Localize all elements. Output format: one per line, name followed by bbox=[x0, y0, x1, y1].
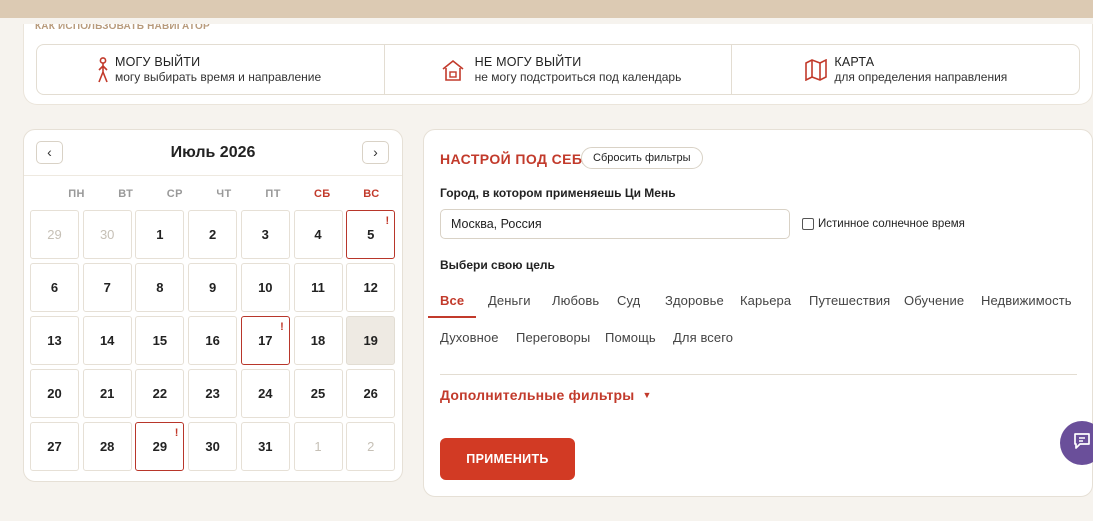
filter-card: НАСТРОЙ ПОД СЕБЯ Сбросить фильтры Город,… bbox=[423, 129, 1093, 497]
nav-option-cannot-go[interactable]: НЕ МОГУ ВЫЙТИ не могу подстроиться под к… bbox=[385, 45, 733, 94]
calendar-day[interactable]: 25 bbox=[293, 369, 343, 418]
weekday-row: ПН ВТ СР ЧТ ПТ СБ ВС bbox=[52, 188, 396, 200]
calendar-day[interactable]: 4 bbox=[293, 210, 343, 259]
calendar-day[interactable]: 9 bbox=[188, 263, 238, 312]
calendar-day[interactable]: 8 bbox=[135, 263, 185, 312]
top-bar bbox=[0, 0, 1093, 18]
calendar-day[interactable]: 28 bbox=[82, 422, 132, 471]
solar-time-checkbox[interactable]: Истинное солнечное время bbox=[802, 218, 965, 230]
nav-option-title: НЕ МОГУ ВЫЙТИ bbox=[474, 54, 582, 69]
weekday-label: СБ bbox=[313, 188, 331, 200]
goal-tab[interactable]: Суд bbox=[617, 293, 640, 308]
calendar-day[interactable]: 3 bbox=[240, 210, 290, 259]
calendar-day[interactable]: 24 bbox=[240, 369, 290, 418]
navigator-options: МОГУ ВЫЙТИ могу выбирать время и направл… bbox=[36, 44, 1080, 95]
calendar-day: 30 bbox=[82, 210, 132, 259]
calendar-day[interactable]: 13 bbox=[30, 316, 79, 365]
calendar-day[interactable]: 26 bbox=[346, 369, 396, 418]
filter-title: НАСТРОЙ ПОД СЕБЯ bbox=[440, 151, 593, 167]
weekday-label: СР bbox=[166, 188, 183, 200]
extra-filters-label: Дополнительные фильтры bbox=[440, 387, 635, 403]
calendar-day[interactable]: 14 bbox=[82, 316, 132, 365]
calendar-day[interactable]: 1 bbox=[135, 210, 185, 259]
calendar-day[interactable]: 2 bbox=[188, 210, 238, 259]
map-icon bbox=[802, 56, 830, 84]
apply-button[interactable]: ПРИМЕНИТЬ bbox=[440, 438, 575, 480]
nav-option-subtitle: могу выбирать время и направление bbox=[115, 69, 322, 84]
calendar-card: ‹ Июль 2026 › ПНВТСРЧТПТСБВС 29301234567… bbox=[23, 129, 403, 482]
checkbox-box[interactable] bbox=[802, 218, 814, 230]
calendar-day[interactable]: 21 bbox=[82, 369, 132, 418]
triangle-down-icon: ▼ bbox=[642, 390, 652, 400]
reset-filters-button[interactable]: Сбросить фильтры bbox=[581, 147, 703, 169]
nav-option-can-go[interactable]: МОГУ ВЫЙТИ могу выбирать время и направл… bbox=[37, 45, 385, 94]
goal-tab[interactable]: Все bbox=[440, 293, 464, 308]
nav-option-title: МОГУ ВЫЙТИ bbox=[115, 54, 201, 69]
goal-tab[interactable]: Помощь bbox=[605, 330, 656, 345]
nav-option-subtitle: не могу подстроиться под календарь bbox=[474, 69, 682, 84]
weekday-label: ПТ bbox=[265, 188, 281, 200]
goal-tab[interactable]: Карьера bbox=[740, 293, 791, 308]
calendar-day[interactable]: 7 bbox=[82, 263, 132, 312]
nav-option-title: КАРТА bbox=[834, 54, 875, 69]
weekday-label: ВТ bbox=[118, 188, 134, 200]
goal-tab[interactable]: Деньги bbox=[488, 293, 531, 308]
calendar-day[interactable]: 12 bbox=[346, 263, 396, 312]
calendar-day[interactable]: 6 bbox=[30, 263, 79, 312]
calendar-day[interactable]: 31 bbox=[240, 422, 290, 471]
house-icon bbox=[439, 56, 467, 84]
calendar-day-today[interactable]: 19 bbox=[346, 316, 396, 365]
calendar-day[interactable]: 30 bbox=[188, 422, 238, 471]
calendar-day: 29 bbox=[30, 210, 79, 259]
calendar-day[interactable]: 23 bbox=[188, 369, 238, 418]
goal-tab[interactable]: Путешествия bbox=[809, 293, 890, 308]
calendar-day: 1 bbox=[293, 422, 343, 471]
goal-tab[interactable]: Обучение bbox=[904, 293, 964, 308]
calendar-day[interactable]: 18 bbox=[293, 316, 343, 365]
weekday-label: ЧТ bbox=[216, 188, 232, 200]
divider bbox=[440, 374, 1077, 375]
city-input[interactable] bbox=[440, 209, 790, 239]
extra-filters-toggle[interactable]: Дополнительные фильтры ▼ bbox=[440, 387, 652, 403]
calendar-day[interactable]: 11 bbox=[293, 263, 343, 312]
calendar-day-marked[interactable]: 17 bbox=[240, 304, 290, 365]
goal-tab[interactable]: Для всего bbox=[673, 330, 733, 345]
solar-time-label: Истинное солнечное время bbox=[818, 218, 965, 230]
chat-icon bbox=[1072, 431, 1092, 456]
next-month-button[interactable]: › bbox=[362, 141, 389, 164]
weekday-label: ПН bbox=[68, 188, 85, 200]
walking-person-icon bbox=[95, 56, 111, 84]
navigator-heading: Как использовать навигатор bbox=[35, 24, 210, 32]
calendar-month-title: Июль 2026 bbox=[170, 144, 256, 161]
goal-tab[interactable]: Переговоры bbox=[516, 330, 590, 345]
calendar-day[interactable]: 15 bbox=[135, 316, 185, 365]
calendar-day[interactable]: 27 bbox=[30, 422, 79, 471]
calendar-day[interactable]: 16 bbox=[188, 316, 238, 365]
goal-tab[interactable]: Здоровье bbox=[665, 293, 724, 308]
active-goal-underline bbox=[428, 316, 476, 318]
goal-label: Выбери свою цель bbox=[440, 258, 555, 272]
goal-tab[interactable]: Духовное bbox=[440, 330, 499, 345]
city-label: Город, в котором применяешь Ци Мень bbox=[440, 186, 676, 200]
calendar-day: 2 bbox=[346, 422, 396, 471]
goal-tab[interactable]: Недвижимость bbox=[981, 293, 1072, 308]
nav-option-map[interactable]: КАРТА для определения направления bbox=[732, 45, 1079, 94]
goal-tab[interactable]: Любовь bbox=[552, 293, 599, 308]
calendar-day-marked[interactable]: 29 bbox=[135, 410, 185, 471]
nav-option-subtitle: для определения направления bbox=[834, 69, 1008, 84]
calendar-day-marked[interactable]: 5 bbox=[346, 198, 396, 259]
calendar-header: ‹ Июль 2026 › bbox=[24, 130, 402, 176]
calendar-day[interactable]: 20 bbox=[30, 369, 79, 418]
